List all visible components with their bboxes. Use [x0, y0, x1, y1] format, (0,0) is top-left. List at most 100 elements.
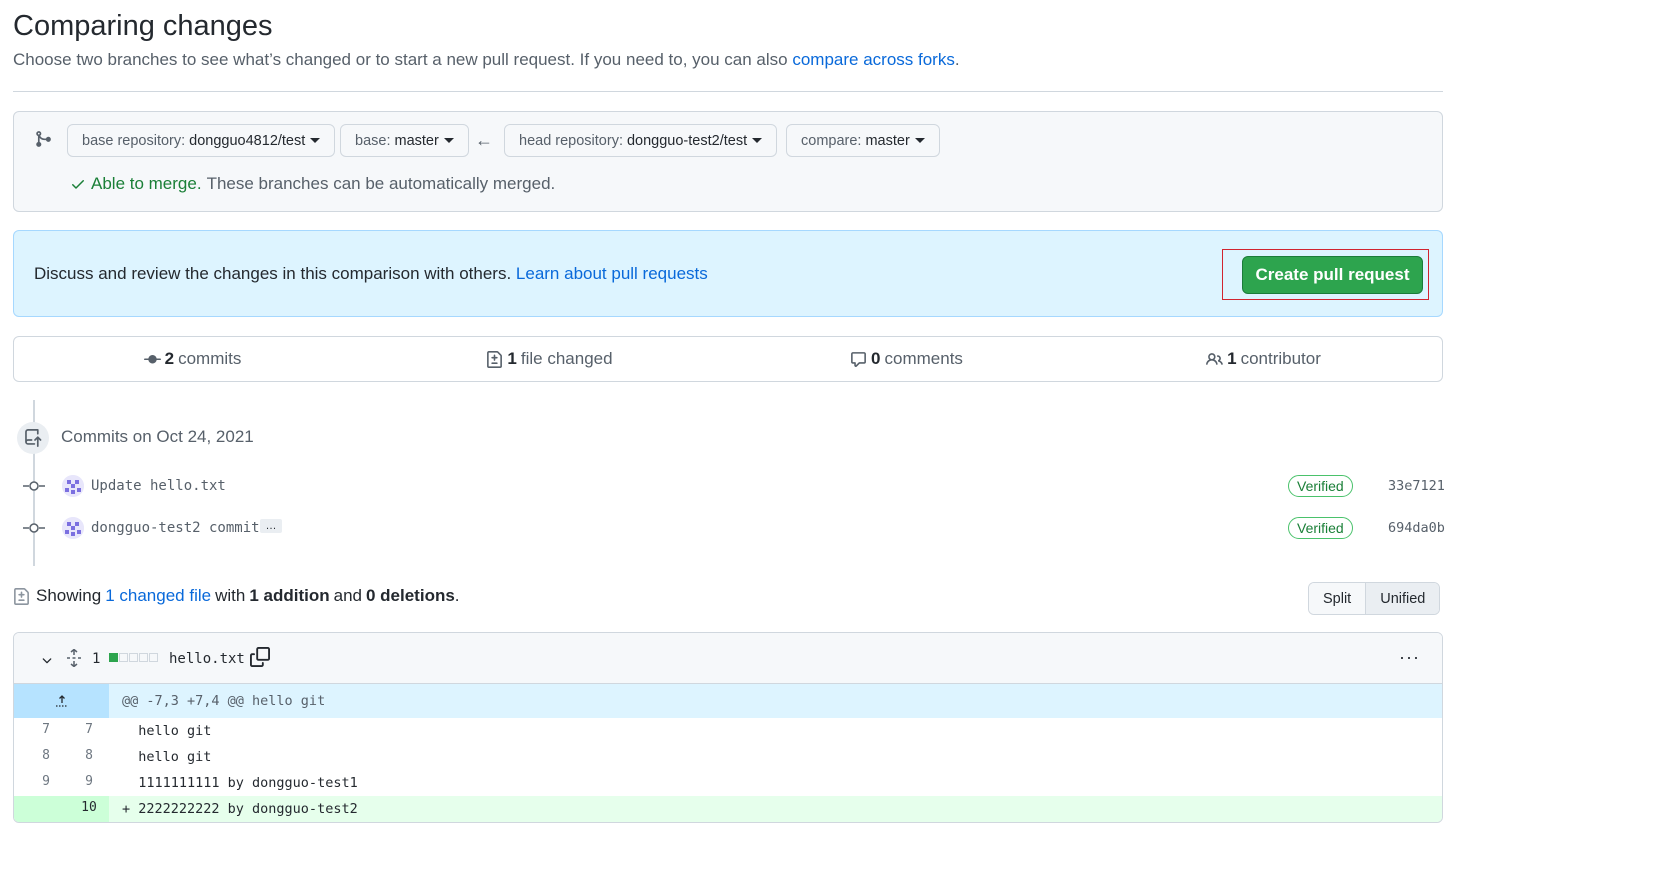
diff-file-header: 1 hello.txt ···	[14, 633, 1442, 684]
diff-line: 7 7 hello git	[14, 718, 1442, 744]
people-icon	[1206, 352, 1223, 365]
summary-commits[interactable]: 2 commits	[14, 337, 371, 381]
merge-ok-label: Able to merge.	[91, 174, 202, 193]
divider	[13, 91, 1443, 92]
showing-text: Showing	[36, 586, 102, 605]
diff-line: 9 9 1111111111 by dongguo-test1	[14, 770, 1442, 796]
file-diff-icon	[14, 587, 29, 605]
chevron-down-icon[interactable]	[40, 653, 54, 667]
base-repository-label: base repository:	[82, 132, 186, 149]
summary-files[interactable]: 1 file changed	[371, 337, 728, 381]
unfold-icon[interactable]	[66, 649, 82, 667]
create-pull-request-button[interactable]: Create pull request	[1242, 256, 1423, 294]
hunk-header-row: @@ -7,3 +7,4 @@ hello git	[14, 684, 1442, 718]
commit-message-link[interactable]: dongguo-test2 commit	[91, 520, 260, 536]
comparison-summary: 2 commits 1 file changed 0 comments 1 co…	[13, 336, 1443, 382]
check-icon	[72, 180, 84, 189]
diff-view-toggle: Split Unified	[1308, 582, 1441, 615]
commit-row: Update hello.txt Verified 33e7121	[13, 471, 1445, 501]
file-change-count: 1	[92, 651, 101, 667]
head-repository-value: dongguo-test2/test	[626, 132, 748, 149]
expand-commit-message-button[interactable]: …	[260, 519, 282, 533]
range-editor: base repository: dongguo4812/test base: …	[13, 111, 1443, 212]
merge-status-text: These branches can be automatically merg…	[206, 174, 556, 193]
diff-code: hello git	[122, 749, 212, 765]
old-line-number[interactable]: 9	[26, 774, 66, 789]
new-line-number[interactable]: 8	[69, 748, 109, 763]
commit-message-link[interactable]: Update hello.txt	[91, 478, 226, 494]
diff-code: + 2222222222 by dongguo-test2	[122, 801, 358, 817]
comments-label: comments	[884, 349, 963, 368]
commit-row: dongguo-test2 commit … Verified 694da0b	[13, 513, 1445, 543]
base-branch-value: master	[394, 132, 439, 149]
commits-date-heading: Commits on Oct 24, 2021	[61, 427, 254, 446]
hunk-header-text: @@ -7,3 +7,4 @@ hello git	[122, 693, 326, 709]
unified-view-button[interactable]: Unified	[1365, 583, 1440, 614]
subtitle-end: .	[954, 50, 960, 69]
and-text: and	[333, 586, 362, 605]
base-repository-select[interactable]: base repository: dongguo4812/test	[67, 124, 336, 157]
base-branch-label: base:	[355, 132, 391, 149]
comments-count: 0	[871, 349, 881, 368]
caret-down-icon	[310, 138, 321, 143]
compare-across-forks-link[interactable]: compare across forks	[792, 50, 955, 69]
diff-code: 1111111111 by dongguo-test1	[122, 775, 358, 791]
repo-push-icon	[17, 422, 49, 454]
discuss-banner: Discuss and review the changes in this c…	[13, 230, 1443, 317]
commit-node-icon	[23, 481, 45, 491]
split-view-button[interactable]: Split	[1309, 583, 1366, 614]
avatar[interactable]	[62, 517, 84, 539]
commit-sha-link[interactable]: 694da0b	[1388, 520, 1445, 536]
head-repository-select[interactable]: head repository: dongguo-test2/test	[504, 124, 778, 157]
old-line-number[interactable]: 7	[26, 722, 66, 737]
learn-pull-requests-link[interactable]: Learn about pull requests	[516, 264, 708, 283]
files-count: 1	[507, 349, 517, 368]
commits-label: commits	[178, 349, 242, 368]
caret-down-icon	[914, 138, 925, 143]
compare-arrows-icon	[36, 131, 51, 147]
caret-down-icon	[443, 138, 454, 143]
compare-branch-value: master	[865, 132, 910, 149]
comment-icon	[851, 351, 866, 367]
caret-down-icon	[752, 138, 763, 143]
new-line-number[interactable]: 9	[69, 774, 109, 789]
new-line-number[interactable]: 7	[69, 722, 109, 737]
additions-count: 1 addition	[249, 586, 330, 605]
merge-status: Able to merge. These branches can be aut…	[70, 174, 555, 194]
copy-icon[interactable]	[250, 647, 270, 667]
files-label: file changed	[520, 349, 613, 368]
file-name-link[interactable]: hello.txt	[169, 651, 245, 667]
diffstat-bar	[109, 653, 158, 662]
changed-files-link[interactable]: 1 changed file	[105, 586, 211, 606]
expand-up-icon[interactable]	[14, 684, 109, 718]
commit-sha-link[interactable]: 33e7121	[1388, 478, 1445, 494]
arrow-left-icon: ←	[475, 130, 493, 150]
commit-node-icon	[23, 523, 45, 533]
summary-period: .	[454, 586, 460, 605]
diff-code: hello git	[122, 723, 212, 739]
new-line-number[interactable]: 10	[69, 800, 109, 815]
diff-line: 8 8 hello git	[14, 744, 1442, 770]
compare-branch-label: compare:	[801, 132, 862, 149]
deletions-count: 0 deletions	[365, 586, 455, 605]
kebab-menu-icon[interactable]: ···	[1399, 647, 1420, 668]
avatar[interactable]	[62, 475, 84, 497]
diff-line-added: 10 + 2222222222 by dongguo-test2	[14, 796, 1442, 822]
summary-comments[interactable]: 0 comments	[728, 337, 1085, 381]
subtitle-text: Choose two branches to see what’s change…	[13, 50, 788, 69]
contributors-count: 1	[1227, 349, 1237, 368]
compare-branch-select[interactable]: compare: master	[786, 124, 940, 157]
discuss-message: Discuss and review the changes in this c…	[34, 264, 512, 283]
verified-badge[interactable]: Verified	[1288, 475, 1353, 497]
discuss-text: Discuss and review the changes in this c…	[34, 264, 708, 284]
head-repository-label: head repository:	[519, 132, 623, 149]
verified-badge[interactable]: Verified	[1288, 517, 1353, 539]
summary-contributors[interactable]: 1 contributor	[1085, 337, 1442, 381]
file-summary: Showing 1 changed file with 1 addition a…	[13, 586, 460, 606]
base-branch-select[interactable]: base: master	[340, 124, 469, 157]
commit-icon	[143, 354, 161, 363]
old-line-number[interactable]: 8	[26, 748, 66, 763]
contributors-label: contributor	[1240, 349, 1321, 368]
commits-count: 2	[164, 349, 175, 368]
page-title: Comparing changes	[13, 10, 273, 42]
